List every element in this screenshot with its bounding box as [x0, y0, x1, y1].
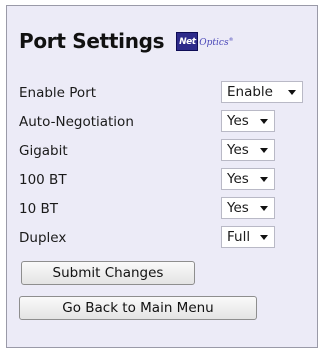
setting-row-auto-negotiation: Auto-Negotiation Yes [19, 110, 309, 134]
chevron-down-icon [260, 118, 268, 124]
back-to-main-menu-button[interactable]: Go Back to Main Menu [19, 296, 257, 320]
10bt-select[interactable]: Yes [221, 197, 275, 219]
submit-changes-button[interactable]: Submit Changes [21, 261, 195, 285]
100bt-label: 100 BT [19, 172, 67, 188]
net-optics-logo: Net Optics® [176, 31, 234, 51]
setting-row-gigabit: Gigabit Yes [19, 139, 309, 163]
chevron-down-icon [260, 147, 268, 153]
enable-port-value: Enable [227, 84, 273, 100]
auto-negotiation-value: Yes [227, 113, 249, 129]
auto-negotiation-label: Auto-Negotiation [19, 114, 134, 130]
100bt-value: Yes [227, 171, 249, 187]
gigabit-label: Gigabit [19, 143, 68, 159]
chevron-down-icon [260, 176, 268, 182]
gigabit-value: Yes [227, 142, 249, 158]
chevron-down-icon [260, 234, 268, 240]
gigabit-select[interactable]: Yes [221, 139, 275, 161]
duplex-label: Duplex [19, 230, 67, 246]
enable-port-select[interactable]: Enable [221, 81, 303, 103]
setting-row-enable-port: Enable Port Enable [19, 81, 309, 105]
setting-row-duplex: Duplex Full [19, 226, 309, 250]
title-row: Port Settings Net Optics® [19, 26, 234, 56]
100bt-select[interactable]: Yes [221, 168, 275, 190]
logo-box: Net [176, 31, 199, 51]
10bt-label: 10 BT [19, 201, 58, 217]
duplex-value: Full [227, 229, 251, 245]
duplex-select[interactable]: Full [221, 226, 275, 248]
auto-negotiation-select[interactable]: Yes [221, 110, 275, 132]
setting-row-100bt: 100 BT Yes [19, 168, 309, 192]
setting-row-10bt: 10 BT Yes [19, 197, 309, 221]
logo-text: Optics® [199, 36, 234, 48]
page-title: Port Settings [19, 29, 165, 53]
chevron-down-icon [260, 205, 268, 211]
10bt-value: Yes [227, 200, 249, 216]
port-settings-panel: Port Settings Net Optics® Enable Port En… [6, 5, 318, 348]
enable-port-label: Enable Port [19, 85, 97, 101]
chevron-down-icon [288, 89, 296, 95]
